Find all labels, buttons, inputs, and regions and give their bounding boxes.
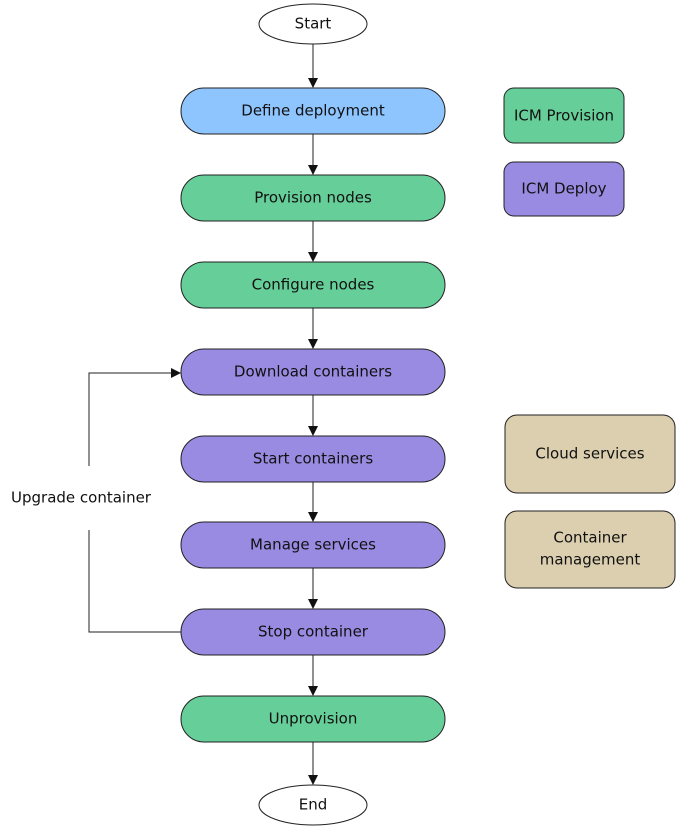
step-configure-nodes: Configure nodes [180, 261, 446, 309]
deployment-flowchart: Start Define deployment Provision nodes Co… [11, 3, 676, 826]
step-label: Manage services [250, 536, 376, 554]
upgrade-container-label: Upgrade container [11, 489, 152, 507]
legend-icm-deploy: ICM Deploy [503, 161, 625, 217]
legend-container-management-label-2: management [540, 551, 641, 569]
step-provision-nodes: Provision nodes [180, 174, 446, 222]
step-label: Download containers [234, 363, 392, 381]
step-label: Unprovision [269, 710, 358, 728]
step-start-containers: Start containers [180, 435, 446, 483]
legend-icm-provision: ICM Provision [503, 87, 625, 144]
end-node: End [258, 784, 368, 826]
legend-icm-provision-label: ICM Provision [514, 107, 614, 125]
step-manage-services: Manage services [180, 521, 446, 569]
legend-cloud-services: Cloud services [504, 414, 676, 494]
step-unprovision: Unprovision [180, 695, 446, 743]
end-label: End [299, 796, 328, 814]
step-stop-container: Stop container [180, 608, 446, 656]
legend-cloud-services-label: Cloud services [535, 445, 644, 463]
step-download-containers: Download containers [180, 348, 446, 396]
step-label: Provision nodes [254, 189, 372, 207]
legend-container-management-label-1: Container [553, 529, 627, 547]
legend-icm-deploy-label: ICM Deploy [521, 180, 606, 198]
step-label: Stop container [258, 623, 369, 641]
start-label: Start [295, 15, 332, 33]
legend-container-management: Container management [504, 510, 676, 589]
step-label: Start containers [253, 450, 373, 468]
start-node: Start [258, 3, 368, 45]
step-label: Configure nodes [252, 276, 375, 294]
loop-connector-lower [88, 530, 181, 633]
loop-connector-upper [88, 368, 181, 466]
step-define-deployment: Define deployment [180, 87, 446, 135]
upgrade-loop: Upgrade container [11, 368, 181, 633]
step-label: Define deployment [241, 102, 385, 120]
